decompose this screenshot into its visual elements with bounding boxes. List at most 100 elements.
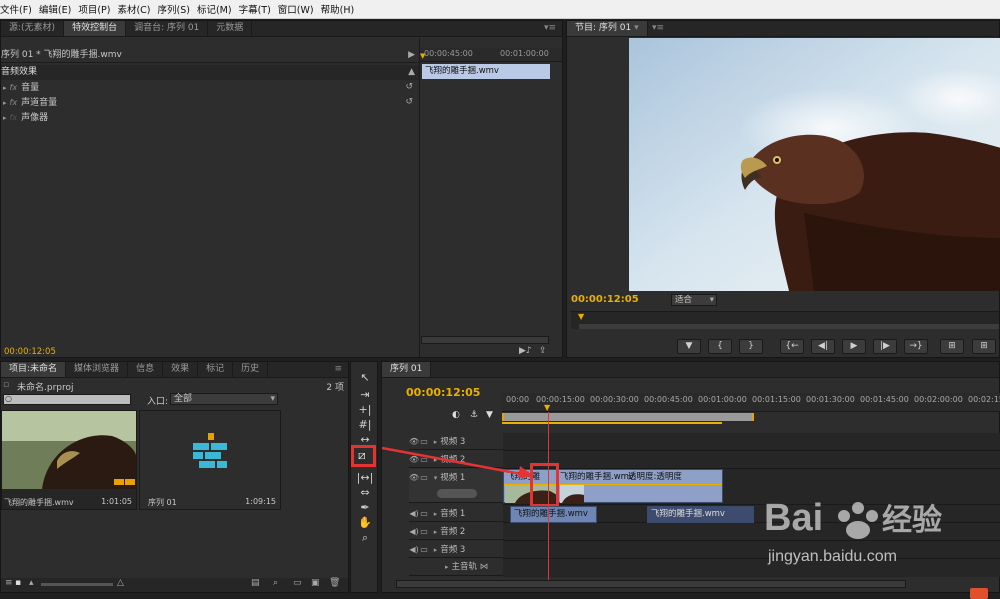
delete-icon[interactable]: 🗑 bbox=[329, 578, 340, 588]
menu-file[interactable]: 文件(F) bbox=[0, 2, 39, 16]
playhead-icon[interactable]: ▼ bbox=[420, 52, 425, 60]
track-header-master[interactable]: ▸ 主音轨 ⋈ bbox=[409, 559, 503, 576]
timeline-timecode[interactable]: 00:00:12:05 bbox=[406, 386, 480, 399]
reset-icon[interactable]: ↺ bbox=[405, 80, 413, 95]
zoom-in-icon[interactable]: △ bbox=[117, 578, 124, 588]
list-view-icon[interactable]: ≡ bbox=[5, 578, 13, 588]
new-bin-icon[interactable]: ▭ bbox=[293, 578, 302, 588]
export-icon[interactable]: ⇪ bbox=[539, 346, 547, 356]
panel-menu-icon[interactable]: ≡ bbox=[334, 364, 342, 374]
timeline-ruler[interactable]: 00:00 00:00:15:00 00:00:30:00 00:00:45:0… bbox=[502, 393, 1000, 412]
playhead-icon[interactable]: ▼ bbox=[578, 312, 584, 321]
effect-row-channel-volume[interactable]: ▸ fx 声道音量 ↺ bbox=[1, 95, 419, 110]
go-to-in-button[interactable]: {← bbox=[780, 339, 804, 354]
play-icon[interactable]: ▶ bbox=[408, 48, 415, 63]
track-header-audio2[interactable]: ◀) ▭ ▸ 音频 2 bbox=[409, 523, 503, 540]
tab-metadata[interactable]: 元数据 bbox=[208, 21, 253, 36]
fx-icon[interactable]: fx bbox=[10, 83, 18, 92]
play-button[interactable]: ▶ bbox=[842, 339, 866, 354]
fit-dropdown[interactable]: 适合 ▾ bbox=[671, 294, 717, 306]
playhead-line[interactable] bbox=[548, 412, 549, 580]
icon-view-icon[interactable]: ▪ bbox=[15, 578, 21, 588]
keyframe-slider[interactable] bbox=[437, 489, 477, 498]
collapse-icon[interactable]: ▲ bbox=[408, 65, 415, 80]
bin-item-sequence[interactable]: 序列 01 1:09:15 bbox=[139, 410, 281, 510]
pen-tool-icon[interactable]: ✒ bbox=[356, 500, 374, 515]
zoom-slider[interactable] bbox=[41, 583, 113, 586]
effect-controls-ruler[interactable]: 00:00:45:00 00:01:00:00 ▼ bbox=[420, 48, 562, 62]
effect-clip-bar[interactable]: 飞翔的雕手捆.wmv bbox=[422, 64, 550, 79]
playback-icon[interactable]: ▶♪ bbox=[519, 346, 532, 356]
expand-icon[interactable]: ▸ bbox=[3, 84, 7, 92]
menu-help[interactable]: 帮助(H) bbox=[321, 2, 362, 16]
effect-row-volume[interactable]: ▸ fx 音量 ↺ bbox=[1, 80, 419, 95]
program-timecode[interactable]: 00:00:12:05 bbox=[571, 294, 639, 305]
audio-clip-a[interactable]: 飞翔的雕手捆.wmv bbox=[510, 506, 597, 523]
tab-program[interactable]: 节目: 序列 01 ▾ bbox=[567, 21, 648, 36]
mark-out-button[interactable]: } bbox=[739, 339, 763, 354]
fx-icon[interactable]: fx bbox=[10, 98, 18, 107]
tab-effect-controls[interactable]: 特效控制台 bbox=[64, 21, 127, 36]
hand-tool-icon[interactable]: ✋ bbox=[356, 515, 374, 530]
menu-project[interactable]: 项目(P) bbox=[78, 2, 117, 16]
menu-window[interactable]: 窗口(W) bbox=[278, 2, 321, 16]
opacity-label[interactable]: 透明度:透明度 bbox=[628, 470, 682, 482]
panel-menu-icon[interactable]: ▾≡ bbox=[652, 23, 664, 33]
menu-edit[interactable]: 编辑(E) bbox=[39, 2, 78, 16]
add-marker-button[interactable]: ▼ bbox=[677, 339, 701, 354]
section-audio-effects[interactable]: 音频效果 ▲ bbox=[1, 65, 419, 80]
menu-marker[interactable]: 标记(M) bbox=[197, 2, 239, 16]
selection-tool-icon[interactable]: ↖ bbox=[356, 370, 374, 385]
zoom-out-icon[interactable]: ▴ bbox=[29, 578, 34, 588]
track-select-tool-icon[interactable]: ⇥ bbox=[356, 387, 374, 402]
effect-controls-timecode[interactable]: 00:00:12:05 bbox=[4, 347, 56, 357]
link-icon[interactable]: ⚓ bbox=[470, 410, 478, 420]
dropdown-icon[interactable]: ▾ bbox=[634, 23, 639, 33]
step-back-button[interactable]: ◀| bbox=[811, 339, 835, 354]
reset-icon[interactable]: ↺ bbox=[405, 95, 413, 110]
slip-tool-icon[interactable]: |↔| bbox=[356, 470, 374, 485]
lift-button[interactable]: ⊞ bbox=[940, 339, 964, 354]
razor-tool-icon[interactable]: ⧄ bbox=[358, 448, 366, 463]
program-video-frame[interactable] bbox=[629, 38, 1000, 291]
expand-icon[interactable]: ▸ bbox=[3, 99, 7, 107]
program-scrubber[interactable]: ▼ bbox=[571, 311, 999, 329]
zoom-tool-icon[interactable]: ⌕ bbox=[356, 530, 374, 545]
find-icon[interactable]: ⌕ bbox=[273, 578, 278, 588]
tab-audio-mixer[interactable]: 调音台: 序列 01 bbox=[126, 21, 209, 36]
effect-scrollbar[interactable] bbox=[421, 336, 549, 344]
automate-icon[interactable]: ▤ bbox=[251, 578, 260, 588]
track-header-audio1[interactable]: ◀) ▭ ▸ 音频 1 bbox=[409, 505, 503, 522]
menu-sequence[interactable]: 序列(S) bbox=[158, 2, 197, 16]
menu-clip[interactable]: 素材(C) bbox=[117, 2, 157, 16]
add-marker-icon[interactable]: ▼ bbox=[486, 410, 493, 420]
extract-button[interactable]: ⊞ bbox=[972, 339, 996, 354]
rolling-edit-tool-icon[interactable]: #| bbox=[356, 417, 374, 432]
tab-project[interactable]: 项目:未命名 bbox=[1, 362, 67, 377]
search-input[interactable]: ○ bbox=[3, 394, 131, 405]
playhead-icon[interactable]: ▼ bbox=[544, 403, 550, 412]
tab-markers[interactable]: 标记 bbox=[198, 362, 234, 377]
mark-in-button[interactable]: { bbox=[708, 339, 732, 354]
fx-icon[interactable]: fx bbox=[10, 113, 18, 122]
tab-history[interactable]: 历史 bbox=[233, 362, 269, 377]
tab-media-browser[interactable]: 媒体浏览器 bbox=[66, 362, 129, 377]
go-to-out-button[interactable]: →} bbox=[904, 339, 928, 354]
expand-icon[interactable]: ▸ bbox=[3, 114, 7, 122]
snap-icon[interactable]: ◐ bbox=[452, 410, 460, 420]
bin-item-video[interactable]: 飞翔的雕手捆.wmv 1:01:05 bbox=[1, 410, 137, 510]
ripple-edit-tool-icon[interactable]: +| bbox=[356, 402, 374, 417]
tab-info[interactable]: 信息 bbox=[128, 362, 164, 377]
audio-clip-b[interactable]: 飞翔的雕手捆.wmv bbox=[647, 506, 754, 523]
slide-tool-icon[interactable]: ⇔ bbox=[356, 485, 374, 500]
effect-row-panner[interactable]: ▸ fx 声像器 bbox=[1, 110, 419, 125]
panel-menu-icon[interactable]: ▾≡ bbox=[544, 23, 556, 33]
tab-sequence[interactable]: 序列 01 bbox=[382, 362, 432, 377]
razor-tool-highlight[interactable]: ⧄ bbox=[351, 445, 376, 467]
new-item-icon[interactable]: ▣ bbox=[311, 578, 320, 588]
step-forward-button[interactable]: |▶ bbox=[873, 339, 897, 354]
menu-title[interactable]: 字幕(T) bbox=[239, 2, 278, 16]
track-header-audio3[interactable]: ◀) ▭ ▸ 音频 3 bbox=[409, 541, 503, 558]
work-area-bar[interactable] bbox=[502, 413, 754, 421]
tab-source[interactable]: 源:(无素材) bbox=[1, 21, 65, 36]
